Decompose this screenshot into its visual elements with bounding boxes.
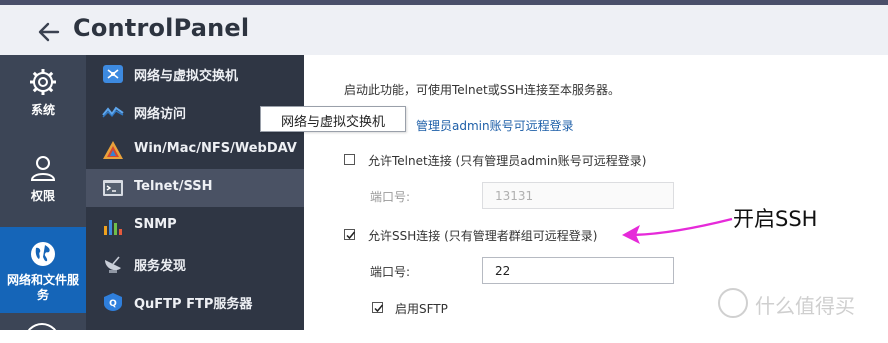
rail-item-system[interactable]: 系统 bbox=[0, 67, 86, 137]
satellite-icon bbox=[105, 256, 121, 273]
rail-item-permissions[interactable]: 权限 bbox=[0, 153, 86, 223]
tooltip: 网络与虚拟交换机 bbox=[260, 106, 406, 132]
submenu-label: QuFTP FTP服务器 bbox=[134, 297, 253, 312]
telnet-checkbox[interactable] bbox=[344, 154, 355, 165]
rail-label-permissions: 权限 bbox=[30, 189, 55, 203]
rail-label-system: 系统 bbox=[30, 103, 55, 117]
snmp-chart-icon bbox=[104, 220, 122, 235]
watermark-text: 什么值得买 bbox=[755, 294, 855, 318]
ssh-port-label: 端口号: bbox=[370, 265, 411, 279]
back-arrow-icon[interactable] bbox=[36, 19, 62, 45]
os-share-icon bbox=[103, 141, 123, 159]
checkmark-icon bbox=[374, 304, 384, 313]
left-rail: 系统 权限 网络和文件服务 bbox=[0, 55, 86, 343]
annotation-text: 开启SSH bbox=[733, 207, 818, 231]
gear-icon bbox=[30, 69, 56, 95]
ssh-checkbox[interactable] bbox=[344, 229, 356, 240]
submenu-item-service-discovery[interactable]: 服务发现 bbox=[86, 245, 304, 283]
network-switch-icon bbox=[103, 65, 123, 83]
ssh-checkbox-label: 允许SSH连接 (只有管理者群组可远程登录) bbox=[368, 229, 598, 243]
terminal-icon bbox=[103, 180, 123, 196]
ssh-port-input[interactable] bbox=[482, 257, 674, 284]
submenu-label: Telnet/SSH bbox=[134, 179, 213, 194]
submenu-item-quftp[interactable]: Q QuFTP FTP服务器 bbox=[86, 283, 304, 321]
svg-text:Q: Q bbox=[109, 299, 117, 309]
sftp-checkbox[interactable] bbox=[372, 302, 384, 313]
submenu-item-snmp[interactable]: SNMP bbox=[86, 207, 304, 245]
watermark-logo bbox=[718, 288, 748, 318]
admin-note-link[interactable]: 管理员admin账号可远程登录 bbox=[416, 117, 574, 134]
submenu: 网络与虚拟交换机 网络访问 Win/Mac/NFS/WebDAV Telnet/… bbox=[86, 55, 304, 330]
user-icon bbox=[30, 156, 56, 181]
app-title: ControlPanel bbox=[73, 14, 250, 42]
annotation-arrow-icon bbox=[622, 217, 733, 244]
ftp-icon: Q bbox=[104, 293, 122, 311]
title-bar: ControlPanel bbox=[0, 0, 888, 55]
submenu-item-network-virtual-switch[interactable]: 网络与虚拟交换机 bbox=[86, 55, 304, 93]
telnet-port-label: 端口号: bbox=[370, 190, 411, 204]
rail-item-next-partial[interactable] bbox=[24, 323, 60, 343]
telnet-checkbox-label: 允许Telnet连接 (只有管理员admin账号可远程登录) bbox=[368, 154, 647, 168]
submenu-label: 网络访问 bbox=[134, 107, 187, 122]
globe-icon bbox=[31, 242, 55, 266]
main-content: 启动此功能，可使用Telnet或SSH连接至本服务器。 管理员admin账号可远… bbox=[304, 55, 888, 330]
checkmark-icon bbox=[346, 231, 356, 240]
submenu-item-telnet-ssh[interactable]: Telnet/SSH bbox=[86, 169, 304, 207]
submenu-label: SNMP bbox=[134, 217, 177, 232]
description-text: 启动此功能，可使用Telnet或SSH连接至本服务器。 bbox=[344, 83, 620, 97]
telnet-port-input[interactable] bbox=[482, 182, 674, 209]
rail-label-network-file-services: 网络和文件服务 bbox=[6, 273, 79, 302]
rail-item-network-file-services[interactable]: 网络和文件服务 bbox=[0, 227, 86, 313]
submenu-label: Win/Mac/NFS/WebDAV bbox=[134, 141, 297, 156]
submenu-item-win-mac-nfs-webdav[interactable]: Win/Mac/NFS/WebDAV bbox=[86, 131, 304, 169]
sftp-checkbox-label: 启用SFTP bbox=[395, 302, 448, 316]
submenu-label: 网络与虚拟交换机 bbox=[134, 69, 239, 84]
submenu-label: 服务发现 bbox=[134, 259, 187, 274]
network-access-icon bbox=[102, 106, 124, 118]
